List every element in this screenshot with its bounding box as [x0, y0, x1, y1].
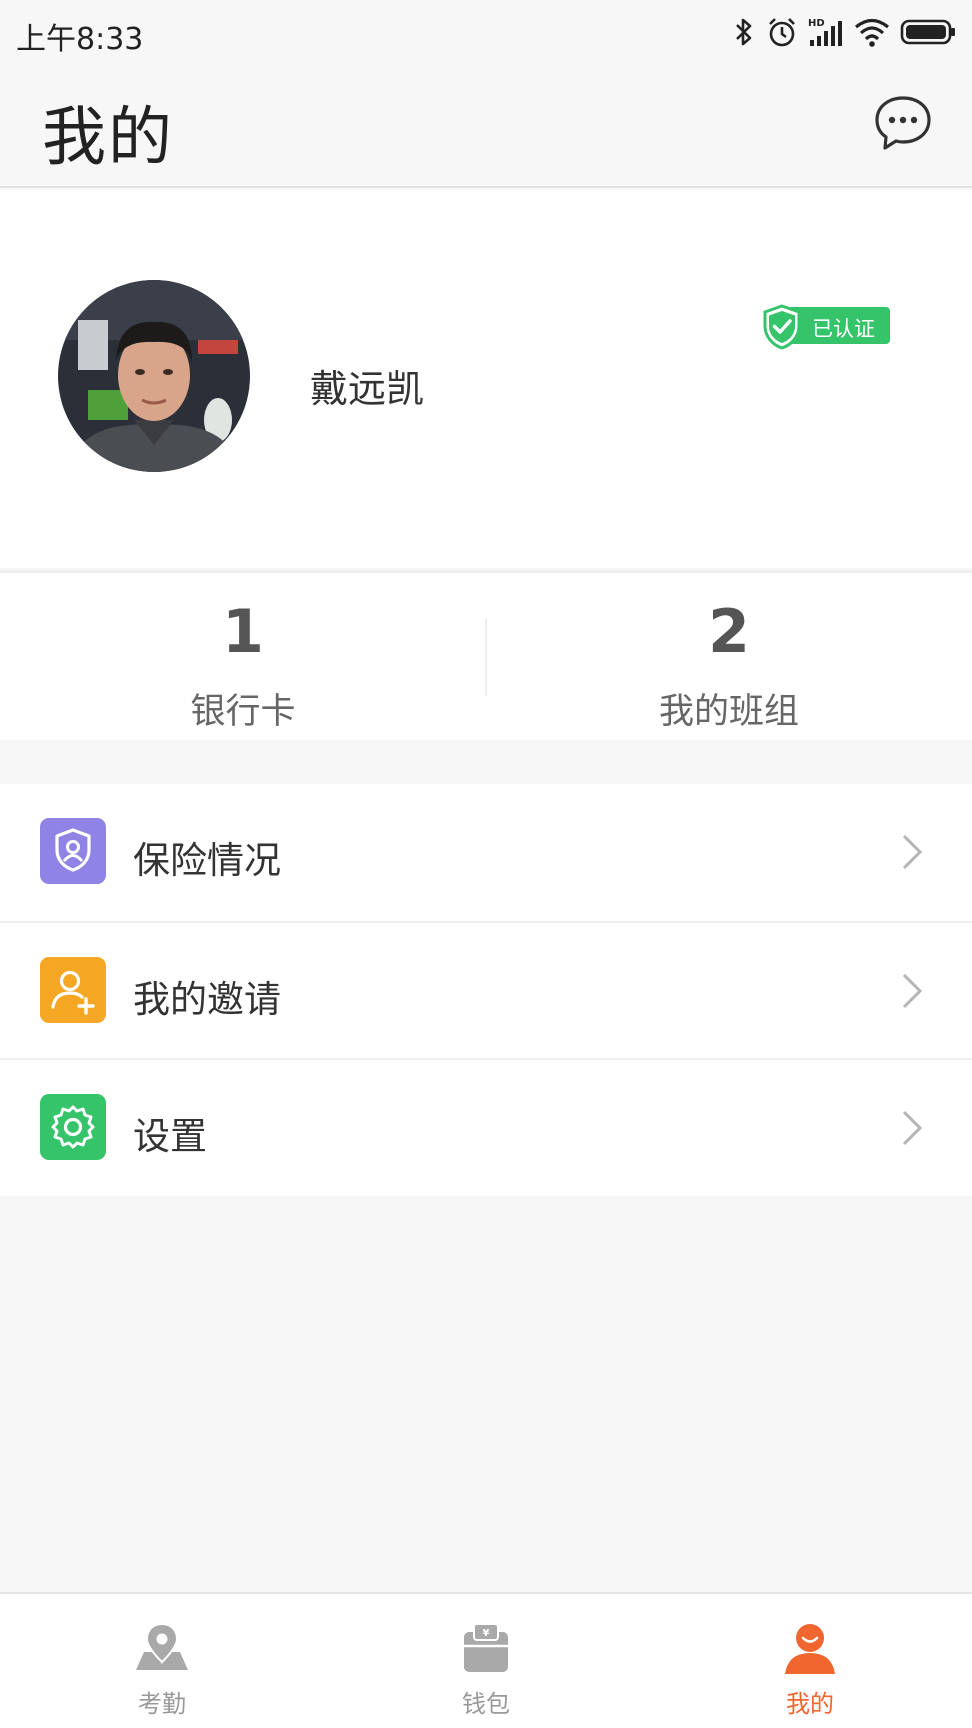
tab-attendance[interactable]: 考勤: [62, 1594, 262, 1728]
bank-card-stat[interactable]: 1 银行卡: [0, 573, 486, 740]
stat-value: 2: [708, 597, 750, 667]
app-header: 我的: [0, 66, 972, 188]
my-team-stat[interactable]: 2 我的班组: [486, 573, 972, 740]
messages-button[interactable]: [872, 92, 934, 154]
verified-shield-icon: [763, 304, 801, 350]
menu-label: 我的邀请: [133, 978, 281, 1021]
menu-label: 设置: [133, 1115, 207, 1158]
status-time: 上午8:33: [16, 22, 144, 57]
tab-label: 我的: [786, 1690, 834, 1718]
alarm-icon: [769, 18, 795, 47]
chevron-right-icon: [902, 834, 923, 870]
insurance-shield-icon: [40, 818, 106, 884]
tab-wallet[interactable]: ¥ 钱包: [386, 1594, 586, 1728]
svg-text:HD: HD: [808, 18, 825, 29]
tab-mine[interactable]: 我的: [710, 1594, 910, 1728]
verified-label: 已认证: [812, 317, 875, 341]
wallet-icon: ¥: [464, 1623, 508, 1672]
menu-item-invitations[interactable]: 我的邀请: [0, 921, 972, 1058]
verified-badge: 已认证: [762, 304, 892, 350]
stat-label: 我的班组: [658, 692, 799, 732]
bottom-tab-bar: 考勤 ¥ 钱包 我的: [0, 1592, 972, 1728]
user-name: 戴远凯: [310, 367, 425, 411]
avatar-photo: [58, 280, 250, 472]
location-pin-icon: [136, 1622, 188, 1670]
chevron-right-icon: [902, 1110, 923, 1146]
stat-label: 银行卡: [190, 692, 296, 732]
chevron-right-icon: [902, 973, 923, 1009]
bluetooth-icon: [736, 18, 752, 46]
user-icon: [785, 1624, 835, 1674]
menu-list: 保险情况 我的邀请 设置: [0, 784, 972, 1196]
hd-signal-icon: HD: [808, 18, 842, 46]
profile-card[interactable]: 戴远凯 已认证: [0, 190, 972, 568]
battery-icon: [900, 19, 955, 45]
tab-label: 钱包: [462, 1690, 510, 1718]
status-bar: 上午8:33 HD: [0, 0, 972, 66]
stat-value: 1: [222, 597, 264, 667]
gear-icon: [40, 1094, 106, 1160]
avatar[interactable]: [58, 280, 250, 472]
menu-item-settings[interactable]: 设置: [0, 1058, 972, 1195]
svg-text:¥: ¥: [483, 1628, 490, 1639]
chat-bubble-icon: [875, 96, 931, 150]
menu-item-insurance[interactable]: 保险情况: [0, 784, 972, 921]
wifi-icon: [854, 18, 890, 47]
page-title: 我的: [42, 101, 174, 175]
status-icons: HD: [732, 14, 956, 50]
menu-label: 保险情况: [133, 839, 281, 882]
add-user-icon: [40, 957, 106, 1023]
stats-row: 1 银行卡 2 我的班组: [0, 570, 972, 740]
tab-label: 考勤: [138, 1690, 186, 1718]
